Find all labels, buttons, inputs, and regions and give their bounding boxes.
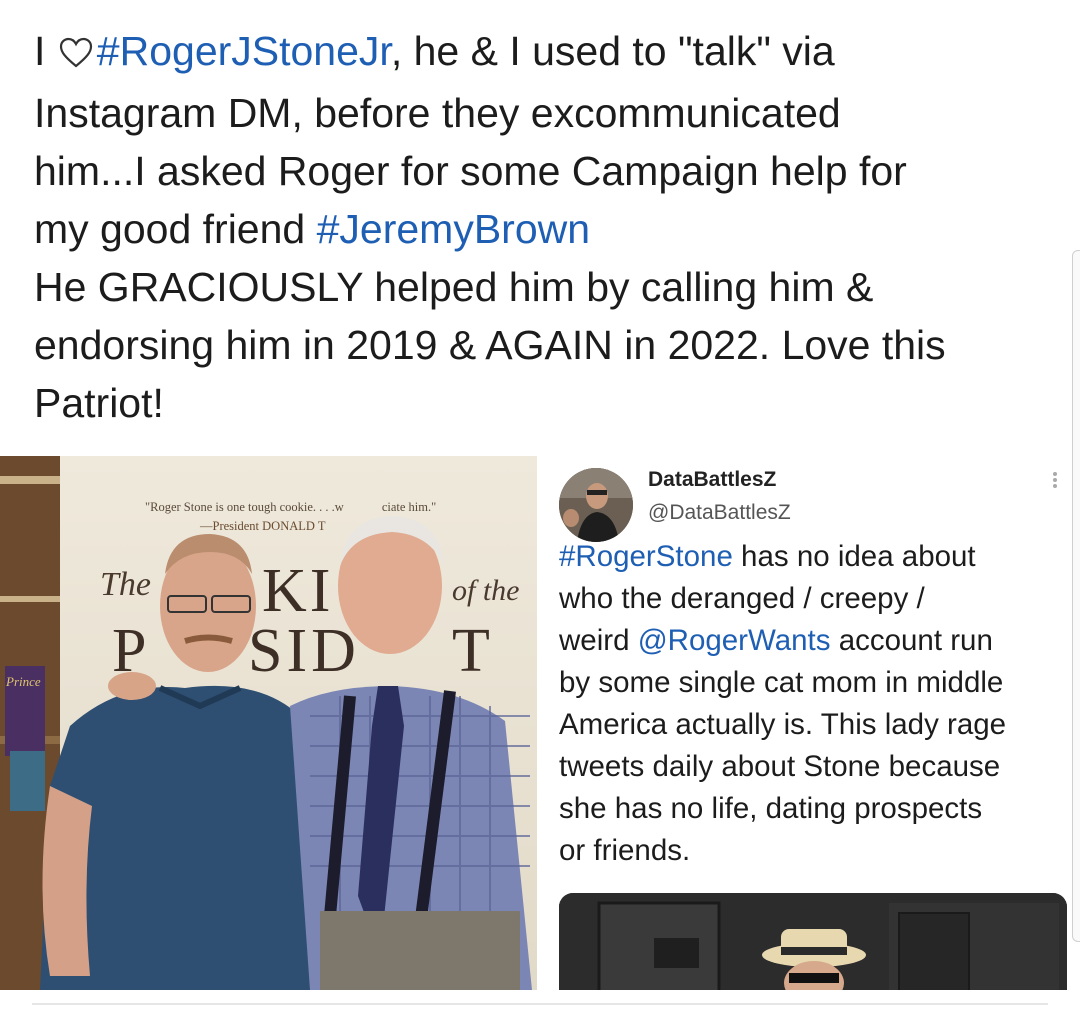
post-divider xyxy=(32,1003,1048,1005)
author-handle[interactable]: @DataBattlesZ xyxy=(648,501,791,525)
heart-outline-icon xyxy=(59,26,93,84)
post-line-6: endorsing him in 2019 & AGAIN in 2022. L… xyxy=(34,322,946,368)
scrollbar[interactable] xyxy=(1072,250,1080,942)
post-line-4: my good friend #JeremyBrown xyxy=(34,200,1054,258)
post-line-3: him...I asked Roger for some Campaign he… xyxy=(34,148,907,194)
more-vertical-icon[interactable] xyxy=(1052,470,1058,492)
hashtag-link[interactable]: #RogerJStoneJr xyxy=(97,28,391,74)
mention-link[interactable]: @RogerWants xyxy=(638,624,831,657)
post-line-7: Patriot! xyxy=(34,380,164,426)
tweet-line-7: she has no life, dating prospects xyxy=(559,792,983,825)
tweet-body: #RogerStone has no idea about who the de… xyxy=(559,536,1069,872)
avatar[interactable] xyxy=(559,468,633,542)
tweet-line-2: who the deranged / creepy / xyxy=(559,582,925,615)
author-name[interactable]: DataBattlesZ xyxy=(648,468,776,492)
tweet-text-segment: account run xyxy=(830,624,993,657)
post-line-2: Instagram DM, before they excommunicated xyxy=(34,90,841,136)
tweet-line-4: by some single cat mom in middle xyxy=(559,666,1004,699)
post-text-segment: my good friend xyxy=(34,206,317,252)
tweet-text-segment: has no idea about xyxy=(732,540,976,573)
tweet-text-segment: weird xyxy=(559,624,638,657)
post-text: I #RogerJStoneJr, he & I used to "talk" … xyxy=(34,22,1054,432)
hashtag-link[interactable]: #RogerStone xyxy=(559,540,733,573)
post-line-1: I #RogerJStoneJr, he & I used to "talk" … xyxy=(34,22,1054,84)
post-text-segment: , he & I used to "talk" via xyxy=(390,28,835,74)
tweet-line-6: tweets daily about Stone because xyxy=(559,750,1001,783)
tweet-attached-image[interactable] xyxy=(559,893,1067,990)
post-media[interactable]: "Roger Stone is one tough cookie. . . .w… xyxy=(0,456,1080,990)
tweet-line-8: or friends. xyxy=(559,834,691,867)
embedded-tweet[interactable]: DataBattlesZ @DataBattlesZ #RogerStone h… xyxy=(537,456,1080,990)
tweet-line-1: #RogerStone has no idea about xyxy=(559,536,1069,578)
post-text-segment: I xyxy=(34,28,57,74)
hashtag-link[interactable]: #JeremyBrown xyxy=(317,206,590,252)
post-line-5: He GRACIOUSLY helped him by calling him … xyxy=(34,264,874,310)
photo-roger-stone-and-friend[interactable]: "Roger Stone is one tough cookie. . . .w… xyxy=(0,456,537,990)
tweet-line-3: weird @RogerWants account run xyxy=(559,620,1069,662)
tweet-line-5: America actually is. This lady rage xyxy=(559,708,1007,741)
